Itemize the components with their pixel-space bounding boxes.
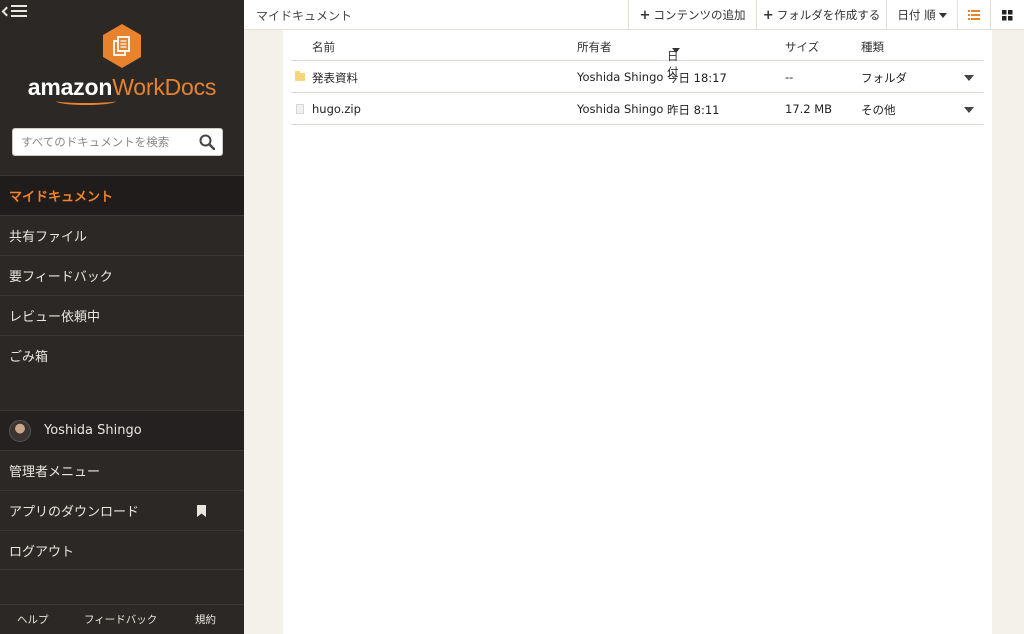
item-owner: Yoshida Shingo <box>577 102 664 116</box>
button-label: フォルダを作成する <box>776 8 881 22</box>
item-date: 昨日 8:11 <box>667 103 720 117</box>
create-folder-button[interactable]: + フォルダを作成する <box>756 0 886 30</box>
nav-item-shared-files[interactable]: 共有ファイル <box>0 215 244 255</box>
grid-view-button[interactable] <box>990 0 1024 30</box>
nav-item-my-documents[interactable]: マイドキュメント <box>0 175 244 215</box>
workdocs-hex-icon <box>103 24 141 68</box>
account-nav: Yoshida Shingo 管理者メニュー アプリのダウンロード ログアウト <box>0 410 244 570</box>
avatar <box>9 419 31 442</box>
column-type[interactable]: 種類 <box>861 39 884 55</box>
nav-item-label: 管理者メニュー <box>9 465 101 480</box>
nav-item-logout[interactable]: ログアウト <box>0 530 244 570</box>
item-type: フォルダ <box>861 71 907 85</box>
search-icon[interactable] <box>199 134 215 150</box>
toolbar: マイドキュメント + コンテンツの追加 + フォルダを作成する 日付 順 <box>244 0 1024 30</box>
table-row[interactable]: hugo.zip Yoshida Shingo 昨日 8:11 17.2 MB … <box>291 93 984 125</box>
column-owner[interactable]: 所有者 <box>577 39 612 55</box>
column-size[interactable]: サイズ <box>785 39 819 55</box>
help-link[interactable]: ヘルプ <box>17 612 49 627</box>
table-row[interactable]: 発表資料 Yoshida Shingo 今日 18:17 -- フォルダ <box>291 61 984 93</box>
column-name[interactable]: 名前 <box>312 39 335 55</box>
nav-item-label: アプリのダウンロード <box>9 505 140 520</box>
nav-item-label: ごみ箱 <box>9 350 49 365</box>
nav-item-label: レビュー依頼中 <box>9 310 101 325</box>
bookmark-icon <box>197 505 206 517</box>
nav-item-label: 共有ファイル <box>9 230 88 245</box>
row-menu-caret-icon[interactable] <box>964 107 974 113</box>
nav-item-label: マイドキュメント <box>9 190 114 205</box>
user-name: Yoshida Shingo <box>44 423 142 438</box>
row-menu-caret-icon[interactable] <box>964 75 974 81</box>
search-input[interactable] <box>13 129 193 155</box>
item-name[interactable]: hugo.zip <box>312 102 361 116</box>
plus-icon: + <box>762 7 774 23</box>
nav-item-label: 要フィードバック <box>9 270 113 285</box>
item-name[interactable]: 発表資料 <box>312 70 358 86</box>
file-icon <box>296 104 304 114</box>
document-list: 名前 所有者 日付 サイズ 種類 発表資料 Yoshida Shingo 今日 … <box>283 30 992 634</box>
document-search <box>12 128 223 156</box>
grid-view-icon <box>1002 9 1013 20</box>
table-header: 名前 所有者 日付 サイズ 種類 <box>291 30 984 79</box>
nav-item-trash[interactable]: ごみ箱 <box>0 335 244 375</box>
button-label: コンテンツの追加 <box>653 8 746 22</box>
item-date: 今日 18:17 <box>667 71 727 85</box>
chevron-left-icon <box>1 6 12 16</box>
workdocs-logo[interactable]: amazonWorkDocs <box>0 24 244 105</box>
item-size: -- <box>785 70 794 84</box>
item-size: 17.2 MB <box>785 102 833 116</box>
list-view-button[interactable] <box>957 0 990 30</box>
breadcrumb: マイドキュメント <box>256 9 353 23</box>
sort-dropdown[interactable]: 日付 順 <box>886 0 957 30</box>
sort-label: 日付 順 <box>897 8 936 22</box>
plus-icon: + <box>639 7 651 23</box>
nav-item-feedback-requested[interactable]: 要フィードバック <box>0 255 244 295</box>
collapse-menu-button[interactable] <box>0 2 28 20</box>
add-content-button[interactable]: + コンテンツの追加 <box>628 0 756 30</box>
feedback-link[interactable]: フィードバック <box>84 612 157 627</box>
folder-icon <box>295 71 305 81</box>
sort-desc-icon <box>672 48 680 53</box>
nav-item-admin-menu[interactable]: 管理者メニュー <box>0 450 244 490</box>
user-profile[interactable]: Yoshida Shingo <box>0 410 244 450</box>
terms-link[interactable]: 規約 <box>195 612 216 627</box>
list-view-icon <box>968 10 980 20</box>
nav-item-app-download[interactable]: アプリのダウンロード <box>0 490 244 530</box>
caret-down-icon <box>938 12 947 18</box>
primary-nav: マイドキュメント 共有ファイル 要フィードバック レビュー依頼中 ごみ箱 <box>0 175 244 375</box>
logo-wordmark: amazonWorkDocs <box>27 74 217 100</box>
item-type: その他 <box>861 103 896 117</box>
hamburger-icon <box>11 2 27 20</box>
nav-item-review-requested[interactable]: レビュー依頼中 <box>0 295 244 335</box>
sidebar-footer: ヘルプ フィードバック 規約 <box>0 604 244 634</box>
sidebar: amazonWorkDocs マイドキュメント 共有ファイル 要フィードバック … <box>0 0 244 634</box>
nav-item-label: ログアウト <box>9 544 75 560</box>
item-owner: Yoshida Shingo <box>577 70 664 84</box>
